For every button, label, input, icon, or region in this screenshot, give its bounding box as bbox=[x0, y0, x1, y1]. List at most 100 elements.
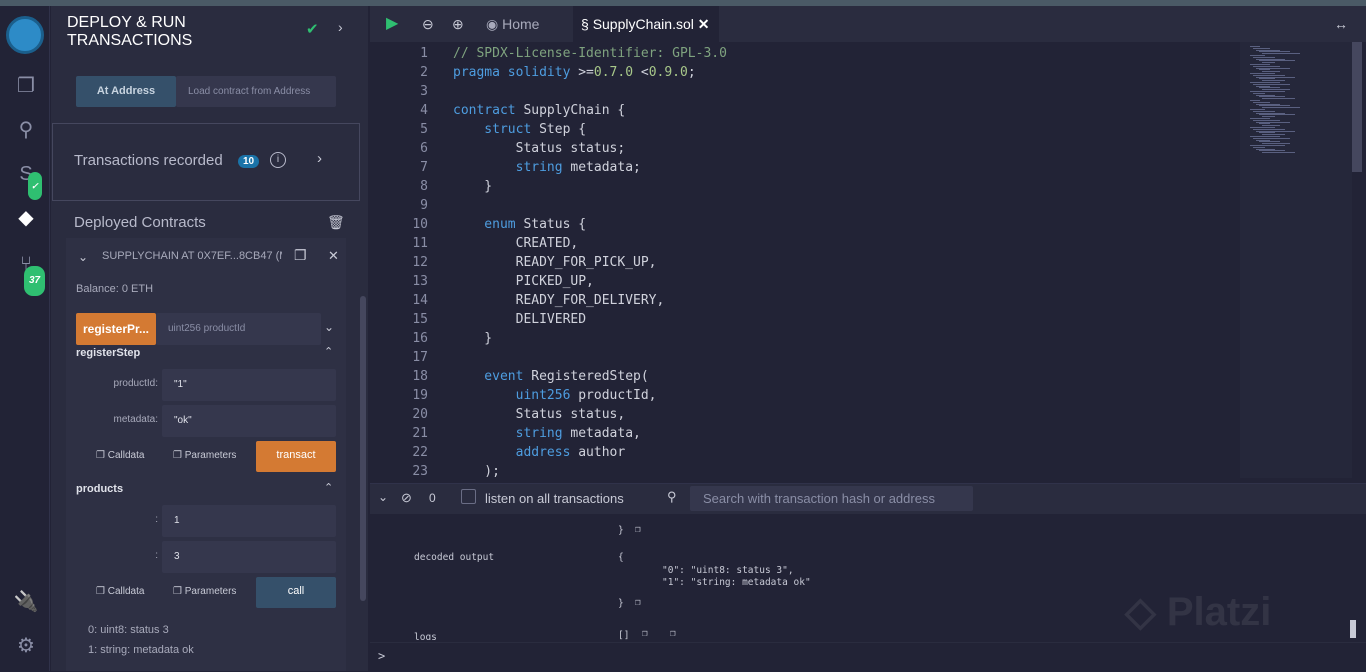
minimap-line bbox=[1262, 152, 1295, 154]
close-icon[interactable]: ✕ bbox=[328, 248, 339, 264]
zoom-in-icon[interactable]: ⊕ bbox=[452, 6, 464, 42]
metadata-field[interactable]: "ok" bbox=[162, 405, 336, 437]
chevron-down-icon[interactable]: ⌄ bbox=[324, 320, 334, 334]
code-token: Status status, bbox=[453, 407, 626, 422]
collapse-terminal-icon[interactable]: ⌄ bbox=[378, 490, 388, 504]
line-number: 15 bbox=[412, 312, 428, 327]
platzi-watermark: ◇ Platzi bbox=[1125, 590, 1272, 634]
tab-supplychain-sol[interactable]: § SupplyChain.sol ✕ bbox=[573, 6, 719, 42]
load-contract-input[interactable]: Load contract from Address bbox=[176, 76, 336, 107]
tab-home[interactable]: ◉ Home bbox=[486, 6, 539, 42]
code-token: Status { bbox=[523, 217, 587, 232]
code-token: } bbox=[453, 179, 493, 194]
code-token: uint256 bbox=[453, 388, 579, 403]
solidity-compiler-icon[interactable]: S ✓ bbox=[12, 160, 42, 200]
logs-label: logs bbox=[414, 632, 437, 640]
terminal-search-input[interactable]: Search with transaction hash or address bbox=[690, 486, 973, 511]
transact-button[interactable]: transact bbox=[256, 441, 336, 472]
products-arg-1-field[interactable]: 3 bbox=[162, 541, 336, 573]
search-icon[interactable]: ⚲ bbox=[667, 489, 677, 505]
copy-icon[interactable]: ❐ bbox=[294, 247, 307, 264]
deploy-run-icon[interactable]: ◆ bbox=[12, 204, 40, 232]
copy-icon[interactable]: ❐ bbox=[670, 628, 676, 639]
terminal-prompt[interactable]: > bbox=[370, 642, 1366, 672]
deployed-contracts-label: Deployed Contracts bbox=[74, 214, 206, 231]
balance: Balance: 0 ETH bbox=[76, 283, 154, 295]
code-line: event RegisteredStep( bbox=[453, 369, 649, 384]
code-token: author bbox=[578, 445, 626, 460]
product-id-input[interactable]: uint256 productId bbox=[156, 313, 321, 345]
products-arg-0-field[interactable]: 1 bbox=[162, 505, 336, 537]
remix-logo-icon[interactable] bbox=[6, 16, 44, 54]
zoom-out-icon[interactable]: ⊖ bbox=[422, 6, 434, 42]
parameters-button[interactable]: ❐ Parameters bbox=[173, 586, 236, 597]
line-number: 2 bbox=[420, 65, 428, 80]
git-icon[interactable]: ⑂ 37 bbox=[12, 250, 46, 296]
line-number: 10 bbox=[412, 217, 428, 232]
line-number: 13 bbox=[412, 274, 428, 289]
expand-icon[interactable]: ↔ bbox=[1334, 6, 1348, 42]
chevron-up-icon[interactable]: ⌃ bbox=[324, 481, 333, 494]
plugin-icon[interactable]: 🔌 bbox=[12, 588, 40, 616]
product-id-field[interactable]: "1" bbox=[162, 369, 336, 401]
clear-console-icon[interactable]: ⊘ bbox=[401, 490, 412, 506]
panel-title: DEPLOY & RUN TRANSACTIONS bbox=[67, 14, 193, 49]
copy-icon[interactable]: ❐ bbox=[642, 628, 648, 639]
chevron-right-icon[interactable]: › bbox=[338, 19, 343, 35]
panel-scrollbar[interactable] bbox=[360, 296, 366, 601]
field-label: : bbox=[155, 550, 158, 561]
code-token: metadata; bbox=[570, 160, 641, 175]
icon-sidebar: ❐ ⚲ S ✓ ◆ ⑂ 37 🔌 ⚙ bbox=[0, 6, 50, 671]
minimap-line bbox=[1262, 107, 1300, 109]
minimap[interactable] bbox=[1240, 42, 1352, 478]
trash-icon[interactable]: 🗑 bbox=[327, 214, 345, 231]
code-line: DELIVERED bbox=[453, 312, 586, 327]
code-line: enum Status { bbox=[453, 217, 586, 232]
line-number: 8 bbox=[420, 179, 428, 194]
code-token: RegisteredStep( bbox=[531, 369, 649, 384]
code-line: Status status; bbox=[453, 141, 626, 156]
copy-icon[interactable]: ❐ bbox=[635, 597, 641, 608]
calldata-button[interactable]: ❐ Calldata bbox=[96, 586, 144, 597]
calldata-button[interactable]: ❐ Calldata bbox=[96, 450, 144, 461]
terminal-scrollbar[interactable] bbox=[1350, 620, 1356, 638]
register-product-button[interactable]: registerPr... bbox=[76, 313, 156, 345]
code-token: ; bbox=[687, 65, 696, 80]
file-explorer-icon[interactable]: ❐ bbox=[12, 72, 40, 100]
field-label: : bbox=[155, 514, 158, 525]
code-line: uint256 productId, bbox=[453, 388, 657, 403]
call-button[interactable]: call bbox=[256, 577, 336, 608]
chevron-up-icon[interactable]: ⌃ bbox=[324, 345, 333, 358]
chevron-down-icon[interactable]: ⌄ bbox=[78, 250, 88, 264]
listen-label: listen on all transactions bbox=[485, 491, 624, 506]
editor-scrollbar[interactable] bbox=[1352, 42, 1362, 172]
code-token: 0.9.0 bbox=[648, 65, 688, 80]
settings-icon[interactable]: ⚙ bbox=[12, 632, 40, 660]
line-number: 12 bbox=[412, 255, 428, 270]
line-number: 18 bbox=[412, 369, 428, 384]
copy-icon[interactable]: ❐ bbox=[635, 524, 641, 535]
json-brace: } bbox=[618, 598, 624, 609]
line-number: 22 bbox=[412, 445, 428, 460]
code-token: string bbox=[453, 160, 571, 175]
transactions-recorded-section[interactable]: Transactions recorded 10 i › bbox=[52, 123, 360, 201]
parameters-button[interactable]: ❐ Parameters bbox=[173, 450, 236, 461]
info-icon[interactable]: i bbox=[270, 152, 286, 168]
listen-checkbox[interactable] bbox=[461, 489, 476, 504]
code-line: READY_FOR_PICK_UP, bbox=[453, 255, 657, 270]
result-line: 0: uint8: status 3 bbox=[88, 624, 169, 636]
chevron-right-icon[interactable]: › bbox=[317, 150, 322, 167]
code-token: string bbox=[453, 426, 571, 441]
search-icon[interactable]: ⚲ bbox=[12, 116, 40, 144]
at-address-button[interactable]: At Address bbox=[76, 76, 176, 107]
code-token: // SPDX-License-Identifier: GPL-3.0 bbox=[453, 46, 727, 61]
run-script-icon[interactable]: ▶ bbox=[386, 6, 398, 42]
code-token: pragma solidity bbox=[453, 65, 579, 80]
deployed-contract-card: ⌄ SUPPLYCHAIN AT 0X7EF...8CB47 (M ❐ ✕ Ba… bbox=[66, 238, 346, 671]
code-token: < bbox=[633, 65, 649, 80]
minimap-line bbox=[1262, 98, 1295, 100]
code-token: PICKED_UP, bbox=[453, 274, 594, 289]
code-line: READY_FOR_DELIVERY, bbox=[453, 293, 665, 308]
parameters-label: Parameters bbox=[184, 586, 237, 597]
close-tab-icon[interactable]: ✕ bbox=[698, 16, 710, 32]
